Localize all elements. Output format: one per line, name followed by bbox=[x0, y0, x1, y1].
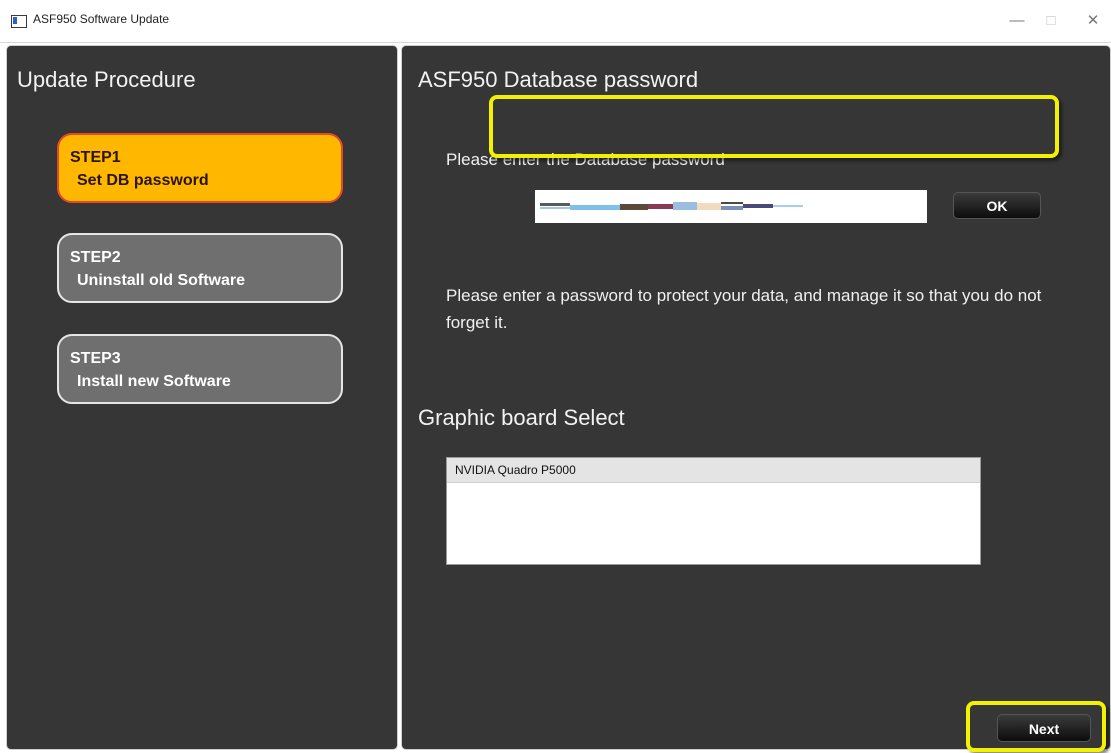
password-info-text: Please enter a password to protect your … bbox=[446, 286, 1042, 332]
graphic-board-list[interactable]: NVIDIA Quadro P5000 bbox=[446, 457, 981, 565]
list-item[interactable]: NVIDIA Quadro P5000 bbox=[447, 458, 980, 483]
step3-button[interactable]: STEP3 Install new Software bbox=[57, 334, 343, 404]
close-button[interactable]: ✕ bbox=[1073, 8, 1111, 34]
step1-label: Set DB password bbox=[77, 172, 209, 189]
step1-number: STEP1 bbox=[70, 149, 121, 166]
db-password-heading: ASF950 Database password bbox=[418, 67, 699, 92]
next-highlight-box bbox=[966, 701, 1106, 752]
title-bar: ASF950 Software Update — □ ✕ bbox=[0, 0, 1111, 43]
step1-button[interactable]: STEP1 Set DB password bbox=[57, 133, 343, 203]
password-input[interactable] bbox=[535, 190, 927, 223]
ok-button[interactable]: OK bbox=[953, 192, 1041, 219]
highlight-box bbox=[489, 95, 1059, 158]
procedure-panel: Update Procedure STEP1 Set DB password S… bbox=[6, 45, 398, 750]
step3-number: STEP3 bbox=[70, 350, 121, 367]
step2-number: STEP2 bbox=[70, 249, 121, 266]
app-icon bbox=[11, 15, 27, 28]
masked-password-graphic bbox=[540, 202, 803, 210]
step2-button[interactable]: STEP2 Uninstall old Software bbox=[57, 233, 343, 303]
procedure-heading: Update Procedure bbox=[17, 67, 196, 92]
maximize-button[interactable]: □ bbox=[1031, 8, 1071, 34]
window-title: ASF950 Software Update bbox=[33, 12, 170, 26]
graphic-board-heading: Graphic board Select bbox=[418, 405, 625, 430]
step2-label: Uninstall old Software bbox=[77, 272, 246, 289]
step3-label: Install new Software bbox=[77, 373, 231, 390]
